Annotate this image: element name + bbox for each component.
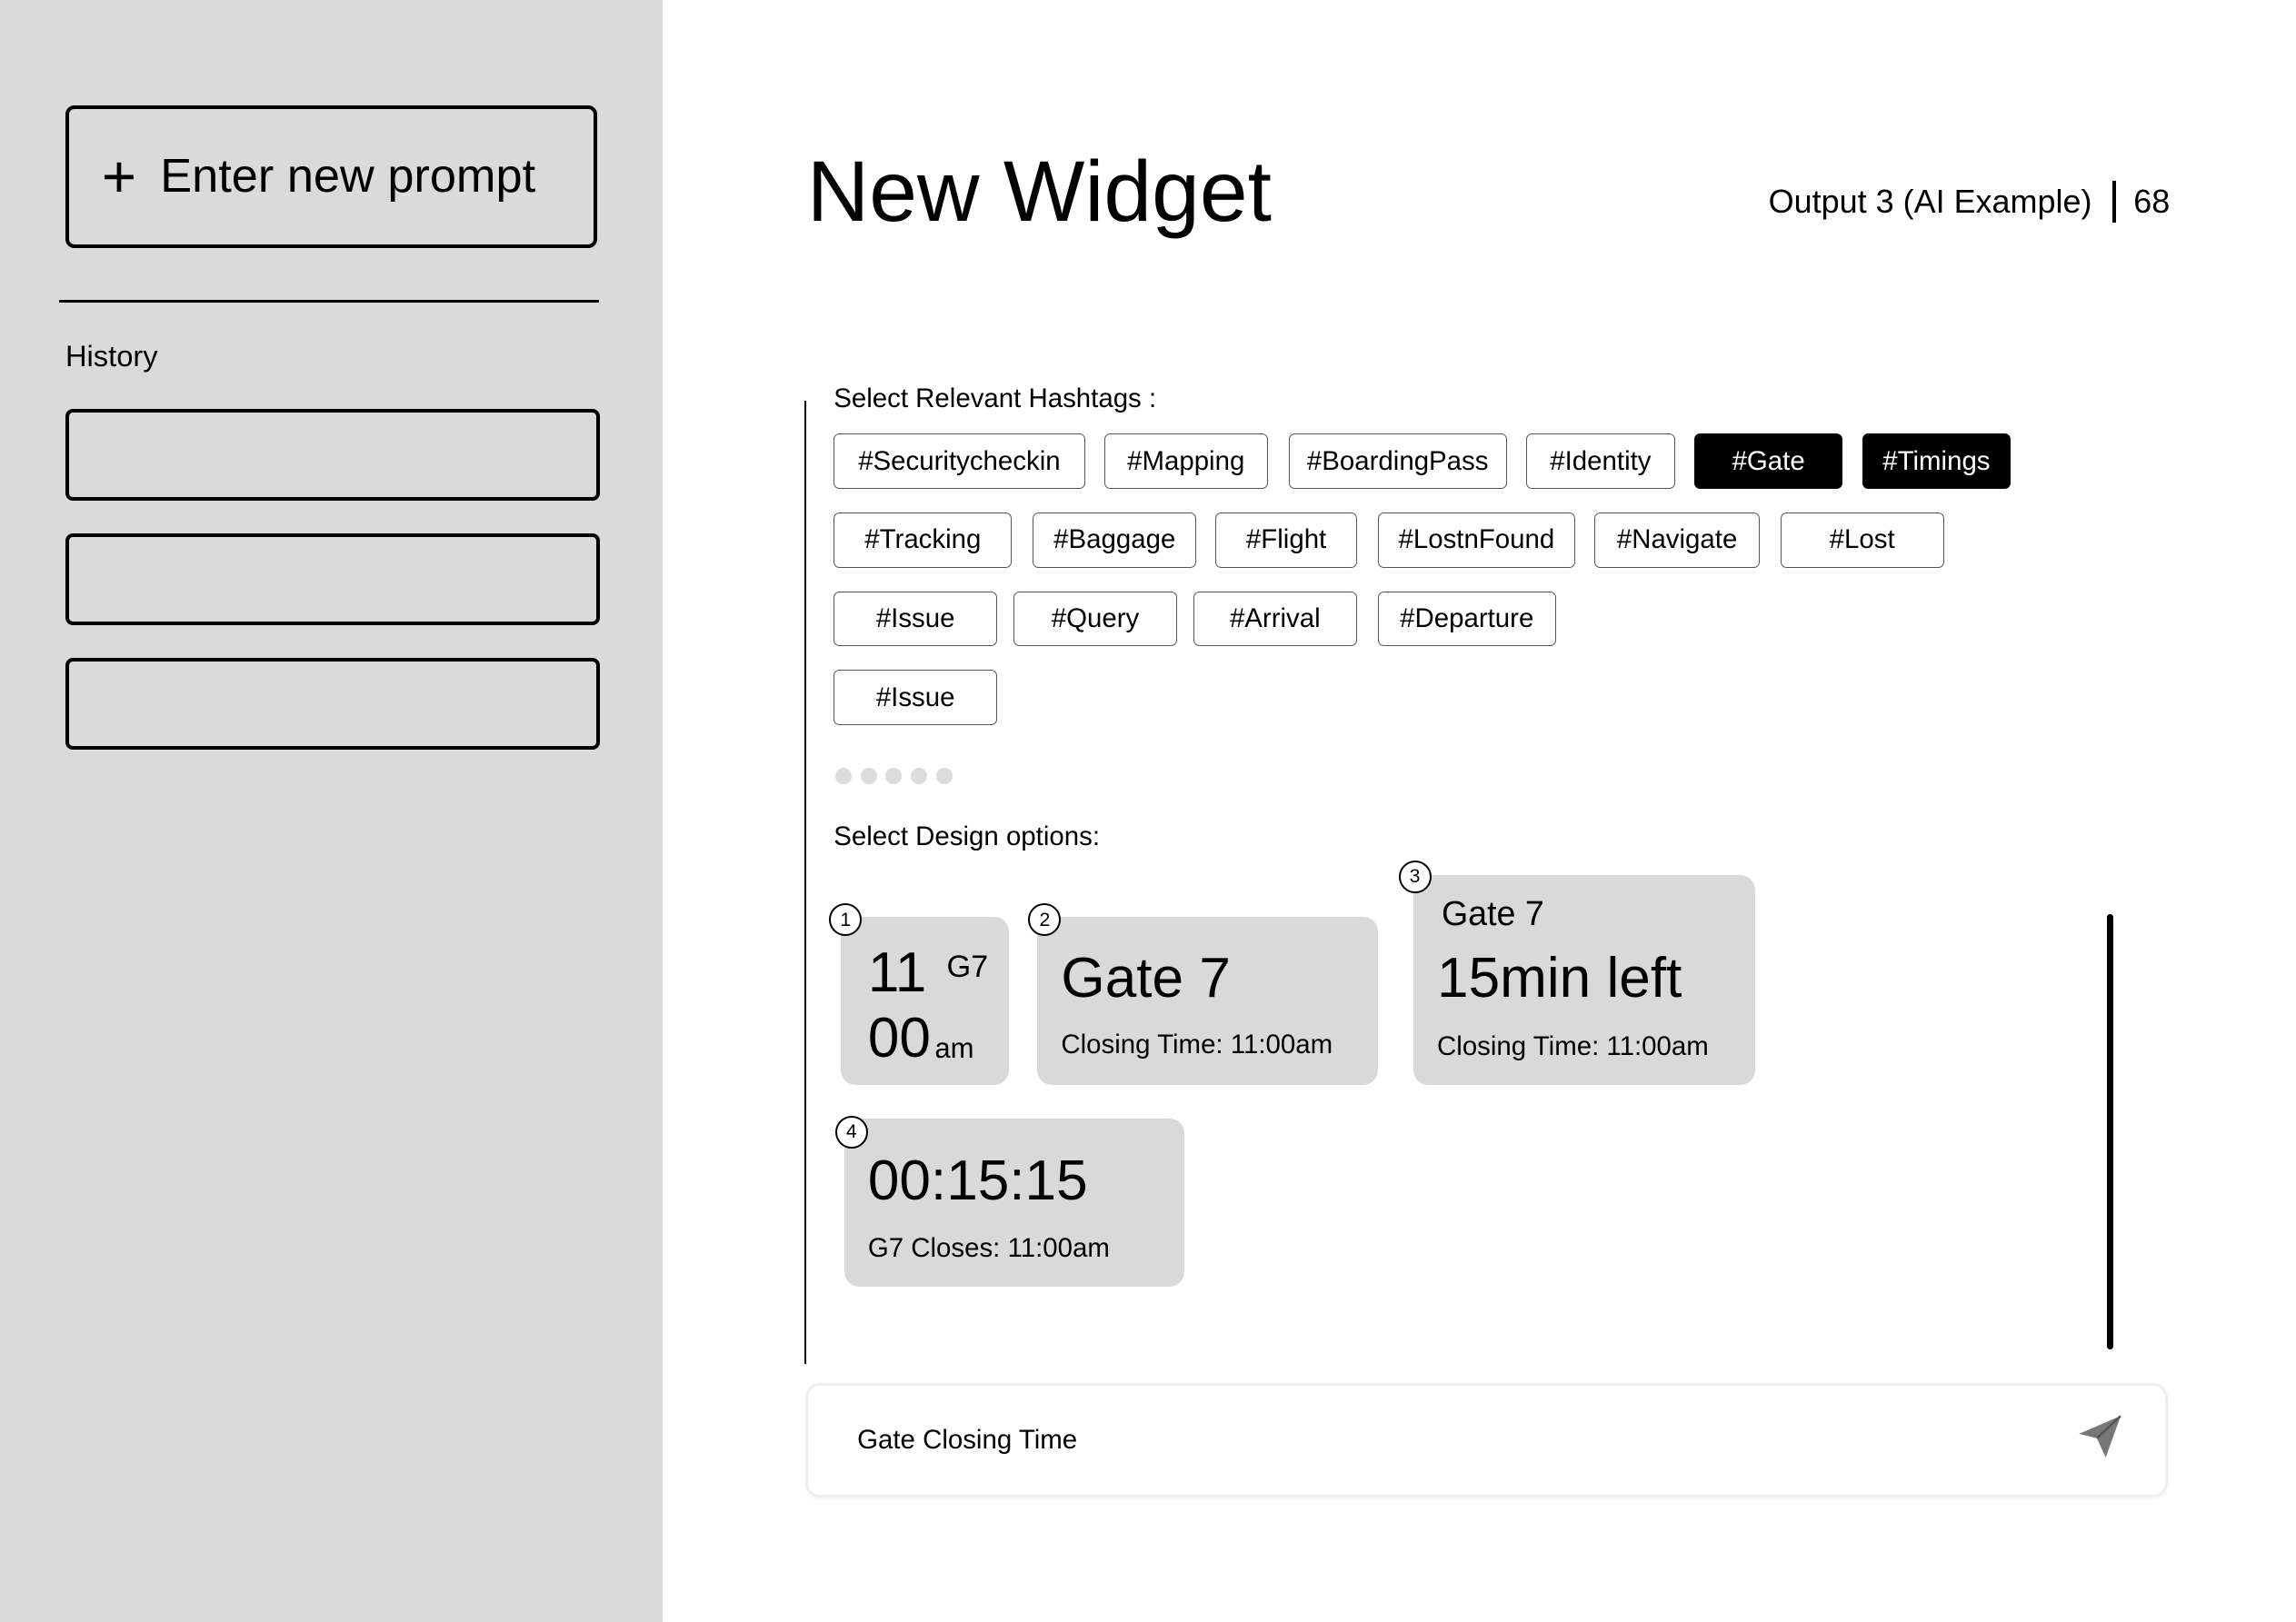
pagination-dot[interactable] [885,768,903,785]
time-left: 15min left [1437,947,1682,1010]
output-indicator: Output 3 (AI Example) 68 [1768,181,2171,224]
pagination-dot[interactable] [860,768,877,785]
history-item[interactable] [65,408,601,501]
hashtag-chip[interactable]: #Issue [834,670,998,725]
prompt-input-value: Gate Closing Time [857,1425,1078,1456]
closing-time: Closing Time: 11:00am [1061,1030,1333,1060]
design-option-1[interactable]: 11 G7 00 am [841,916,1010,1085]
send-icon[interactable] [2076,1413,2123,1467]
new-prompt-button[interactable]: + Enter new prompt [65,105,598,248]
hashtag-chip[interactable]: #LostnFound [1377,512,1576,568]
pagination-dot[interactable] [911,768,928,785]
hashtag-chip[interactable]: #Lost [1780,512,1944,568]
hashtag-chip[interactable]: #Securitycheckin [834,433,1085,489]
hashtag-chip[interactable]: #Baggage [1033,512,1197,568]
plus-icon: + [101,143,137,210]
option-number-badge: 3 [1398,860,1432,893]
separator [2112,181,2116,224]
page-title: New Widget [806,143,1272,240]
content-left-border [804,401,806,1364]
minute: 00 [867,1006,931,1070]
new-prompt-label: Enter new prompt [160,150,536,204]
hashtag-chip[interactable]: #BoardingPass [1288,433,1507,489]
scrollbar[interactable] [2107,913,2113,1349]
prompt-input[interactable]: Gate Closing Time [805,1383,2169,1498]
history-item[interactable] [65,658,601,751]
hashtag-chip[interactable]: #Identity [1526,433,1675,489]
gate-label: Gate 7 [1441,894,1544,933]
design-option-3[interactable]: Gate 7 15min left Closing Time: 11:00am [1413,875,1755,1085]
history-item[interactable] [65,532,601,626]
output-label: Output 3 (AI Example) [1768,183,2092,221]
hashtag-chip[interactable]: #Navigate [1594,512,1760,568]
am-pm: am [934,1032,974,1065]
design-option-2[interactable]: Gate 7 Closing Time: 11:00am [1037,916,1378,1085]
pagination-dot[interactable] [834,768,852,785]
gate-title: Gate 7 [1061,947,1231,1010]
pagination-dot[interactable] [936,768,953,785]
hashtag-chip[interactable]: #Tracking [834,512,1013,568]
option-number-badge: 4 [834,1115,868,1149]
hashtag-chip[interactable]: #Flight [1215,512,1357,568]
hashtag-chip[interactable]: #Arrival [1193,591,1357,647]
sidebar-divider [59,300,599,303]
hashtag-chip[interactable]: #Issue [834,591,998,647]
hashtag-chip[interactable]: #Query [1013,591,1177,647]
history-label: History [65,338,158,373]
design-option-4[interactable]: 00:15:15 G7 Closes: 11:00am [844,1119,1185,1287]
closing-time: Closing Time: 11:00am [1437,1030,1709,1061]
countdown: 00:15:15 [867,1149,1088,1212]
hashtag-chip[interactable]: #Departure [1377,591,1556,647]
design-options-label: Select Design options: [834,821,1100,852]
app: + Enter new prompt History New Widget Ou… [0,0,2296,1622]
gate-code: G7 [946,949,989,984]
hashtag-chip[interactable]: #Mapping [1103,433,1268,489]
hour: 11 [867,940,927,1004]
hashtag-chip[interactable]: #Gate [1693,433,1843,489]
output-count: 68 [2133,183,2171,221]
hashtag-chip[interactable]: #Timings [1862,433,2011,489]
closes-time: G7 Closes: 11:00am [867,1233,1110,1264]
hashtags-label: Select Relevant Hashtags : [834,383,1157,413]
